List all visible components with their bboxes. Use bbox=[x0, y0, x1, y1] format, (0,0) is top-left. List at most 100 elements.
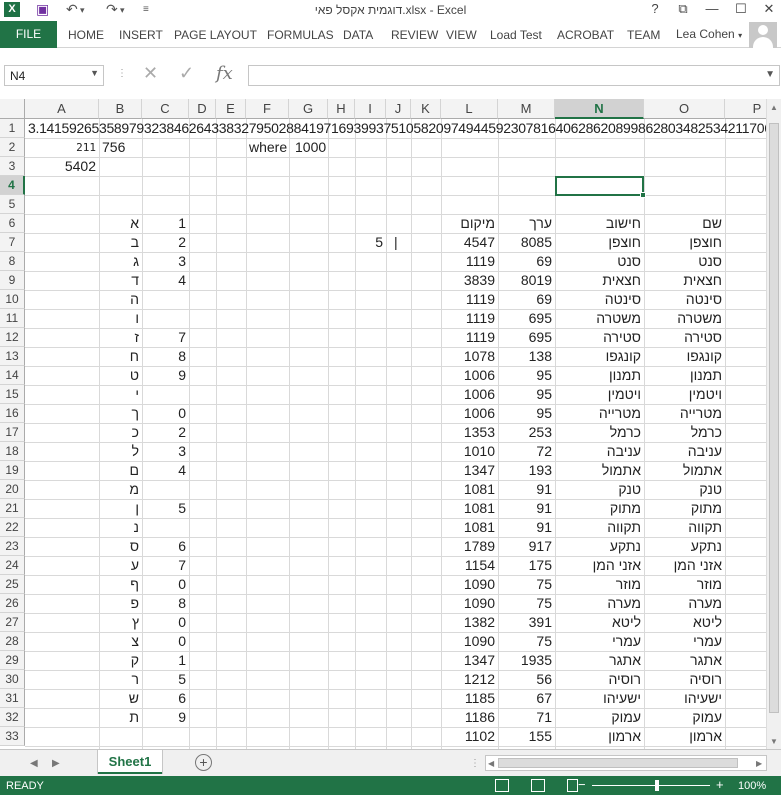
cell-o10[interactable]: סינטה bbox=[644, 290, 725, 309]
ribbon-display-options-icon[interactable]: ⧉ bbox=[671, 0, 695, 18]
cell-c19[interactable]: 4 bbox=[142, 461, 189, 480]
column-header-m[interactable]: M bbox=[498, 99, 555, 119]
row-header-28[interactable]: 28 bbox=[0, 632, 25, 651]
cell-c31[interactable]: 6 bbox=[142, 689, 189, 708]
cell-n19[interactable]: אתמול bbox=[555, 461, 644, 480]
cell-b12[interactable]: ז bbox=[99, 328, 142, 347]
cell-o19[interactable]: אתמול bbox=[644, 461, 725, 480]
row-header-23[interactable]: 23 bbox=[0, 537, 25, 556]
cell-l7[interactable]: 4547 bbox=[441, 233, 498, 252]
active-cell-n4[interactable] bbox=[555, 176, 646, 198]
row-header-30[interactable]: 30 bbox=[0, 670, 25, 689]
row-header-33[interactable]: 33 bbox=[0, 727, 25, 746]
cell-n12[interactable]: סטירה bbox=[555, 328, 644, 347]
add-sheet-icon[interactable]: + bbox=[195, 754, 212, 771]
tab-view[interactable]: VIEW bbox=[446, 28, 477, 42]
prev-sheet-icon[interactable]: ◀ bbox=[30, 758, 38, 769]
tab-file[interactable]: FILE bbox=[0, 21, 57, 48]
cell-m19[interactable]: 193 bbox=[498, 461, 555, 480]
cell-m30[interactable]: 56 bbox=[498, 670, 555, 689]
cell-m10[interactable]: 69 bbox=[498, 290, 555, 309]
cell-b31[interactable]: ש bbox=[99, 689, 142, 708]
cell-o6[interactable]: שם bbox=[644, 214, 725, 233]
cell-b29[interactable]: ק bbox=[99, 651, 142, 670]
cell-a3[interactable]: 5402 bbox=[25, 157, 99, 176]
cell-l18[interactable]: 1010 bbox=[441, 442, 498, 461]
spreadsheet-grid[interactable]: A B C D E F G H I J K L M N O P 1 2 3 4 5 6 7 8 9 10 11 12 13 14 15 16 1… bbox=[0, 99, 781, 749]
tab-review[interactable]: REVIEW bbox=[391, 28, 438, 42]
cell-m9[interactable]: 8019 bbox=[498, 271, 555, 290]
zoom-out-icon[interactable]: − bbox=[578, 777, 586, 792]
row-header-31[interactable]: 31 bbox=[0, 689, 25, 708]
sheet-tab-sheet1[interactable]: Sheet1 bbox=[98, 750, 162, 774]
row-header-15[interactable]: 15 bbox=[0, 385, 25, 404]
row-header-16[interactable]: 16 bbox=[0, 404, 25, 423]
cell-c21[interactable]: 5 bbox=[142, 499, 189, 518]
cell-b14[interactable]: ט bbox=[99, 366, 142, 385]
cell-l28[interactable]: 1090 bbox=[441, 632, 498, 651]
horizontal-scrollbar[interactable]: ◀ ▶ bbox=[485, 755, 767, 771]
row-header-4[interactable]: 4 bbox=[0, 176, 25, 195]
tab-insert[interactable]: INSERT bbox=[119, 28, 163, 42]
column-header-j[interactable]: J bbox=[386, 99, 411, 119]
row-header-5[interactable]: 5 bbox=[0, 195, 25, 214]
cell-l9[interactable]: 3839 bbox=[441, 271, 498, 290]
cell-l14[interactable]: 1006 bbox=[441, 366, 498, 385]
cell-o24[interactable]: אזני המן bbox=[644, 556, 725, 575]
cell-m28[interactable]: 75 bbox=[498, 632, 555, 651]
row-header-9[interactable]: 9 bbox=[0, 271, 25, 290]
cell-c17[interactable]: 2 bbox=[142, 423, 189, 442]
cell-o18[interactable]: עניבה bbox=[644, 442, 725, 461]
cell-l31[interactable]: 1185 bbox=[441, 689, 498, 708]
cell-n6[interactable]: חישוב bbox=[555, 214, 644, 233]
cell-c13[interactable]: 8 bbox=[142, 347, 189, 366]
column-header-l[interactable]: L bbox=[441, 99, 498, 119]
cell-c12[interactable]: 7 bbox=[142, 328, 189, 347]
expand-formula-bar-icon[interactable]: ▼ bbox=[765, 69, 775, 80]
column-header-a[interactable]: A bbox=[25, 99, 99, 119]
zoom-slider[interactable] bbox=[592, 780, 710, 791]
column-header-o[interactable]: O bbox=[644, 99, 725, 119]
cell-c7[interactable]: 2 bbox=[142, 233, 189, 252]
page-layout-view-icon[interactable] bbox=[531, 779, 545, 792]
row-header-17[interactable]: 17 bbox=[0, 423, 25, 442]
cell-l16[interactable]: 1006 bbox=[441, 404, 498, 423]
help-button[interactable]: ? bbox=[643, 0, 667, 18]
cell-n27[interactable]: ליטא bbox=[555, 613, 644, 632]
tab-acrobat[interactable]: ACROBAT bbox=[557, 28, 614, 42]
cell-b17[interactable]: כ bbox=[99, 423, 142, 442]
row-header-19[interactable]: 19 bbox=[0, 461, 25, 480]
cell-l27[interactable]: 1382 bbox=[441, 613, 498, 632]
row-header-26[interactable]: 26 bbox=[0, 594, 25, 613]
cell-b21[interactable]: ן bbox=[99, 499, 142, 518]
cell-l22[interactable]: 1081 bbox=[441, 518, 498, 537]
cell-b2[interactable]: 756 bbox=[99, 138, 142, 157]
column-header-d[interactable]: D bbox=[189, 99, 216, 119]
zoom-slider-knob[interactable] bbox=[655, 780, 659, 791]
row-header-29[interactable]: 29 bbox=[0, 651, 25, 670]
cell-o20[interactable]: טנק bbox=[644, 480, 725, 499]
cell-b18[interactable]: ל bbox=[99, 442, 142, 461]
tab-formulas[interactable]: FORMULAS bbox=[267, 28, 334, 42]
scroll-right-icon[interactable]: ▶ bbox=[756, 759, 762, 768]
cell-n30[interactable]: רוסיה bbox=[555, 670, 644, 689]
row-header-6[interactable]: 6 bbox=[0, 214, 25, 233]
cell-l8[interactable]: 1119 bbox=[441, 252, 498, 271]
column-header-h[interactable]: H bbox=[328, 99, 355, 119]
cell-b25[interactable]: ף bbox=[99, 575, 142, 594]
scroll-down-icon[interactable]: ▼ bbox=[770, 737, 778, 746]
cell-o12[interactable]: סטירה bbox=[644, 328, 725, 347]
cell-g2[interactable]: 1000 bbox=[289, 138, 328, 157]
zoom-in-icon[interactable]: + bbox=[716, 777, 724, 792]
cell-o13[interactable]: קונגפו bbox=[644, 347, 725, 366]
cell-n32[interactable]: עמוק bbox=[555, 708, 644, 727]
cell-c23[interactable]: 6 bbox=[142, 537, 189, 556]
cell-n33[interactable]: ארמון bbox=[555, 727, 644, 746]
tab-data[interactable]: DATA bbox=[343, 28, 373, 42]
cell-m14[interactable]: 95 bbox=[498, 366, 555, 385]
cell-c29[interactable]: 1 bbox=[142, 651, 189, 670]
insert-function-icon[interactable]: fx bbox=[216, 63, 233, 84]
cell-n29[interactable]: אתגר bbox=[555, 651, 644, 670]
row-header-1[interactable]: 1 bbox=[0, 119, 25, 138]
cell-f2[interactable]: where bbox=[246, 138, 289, 157]
